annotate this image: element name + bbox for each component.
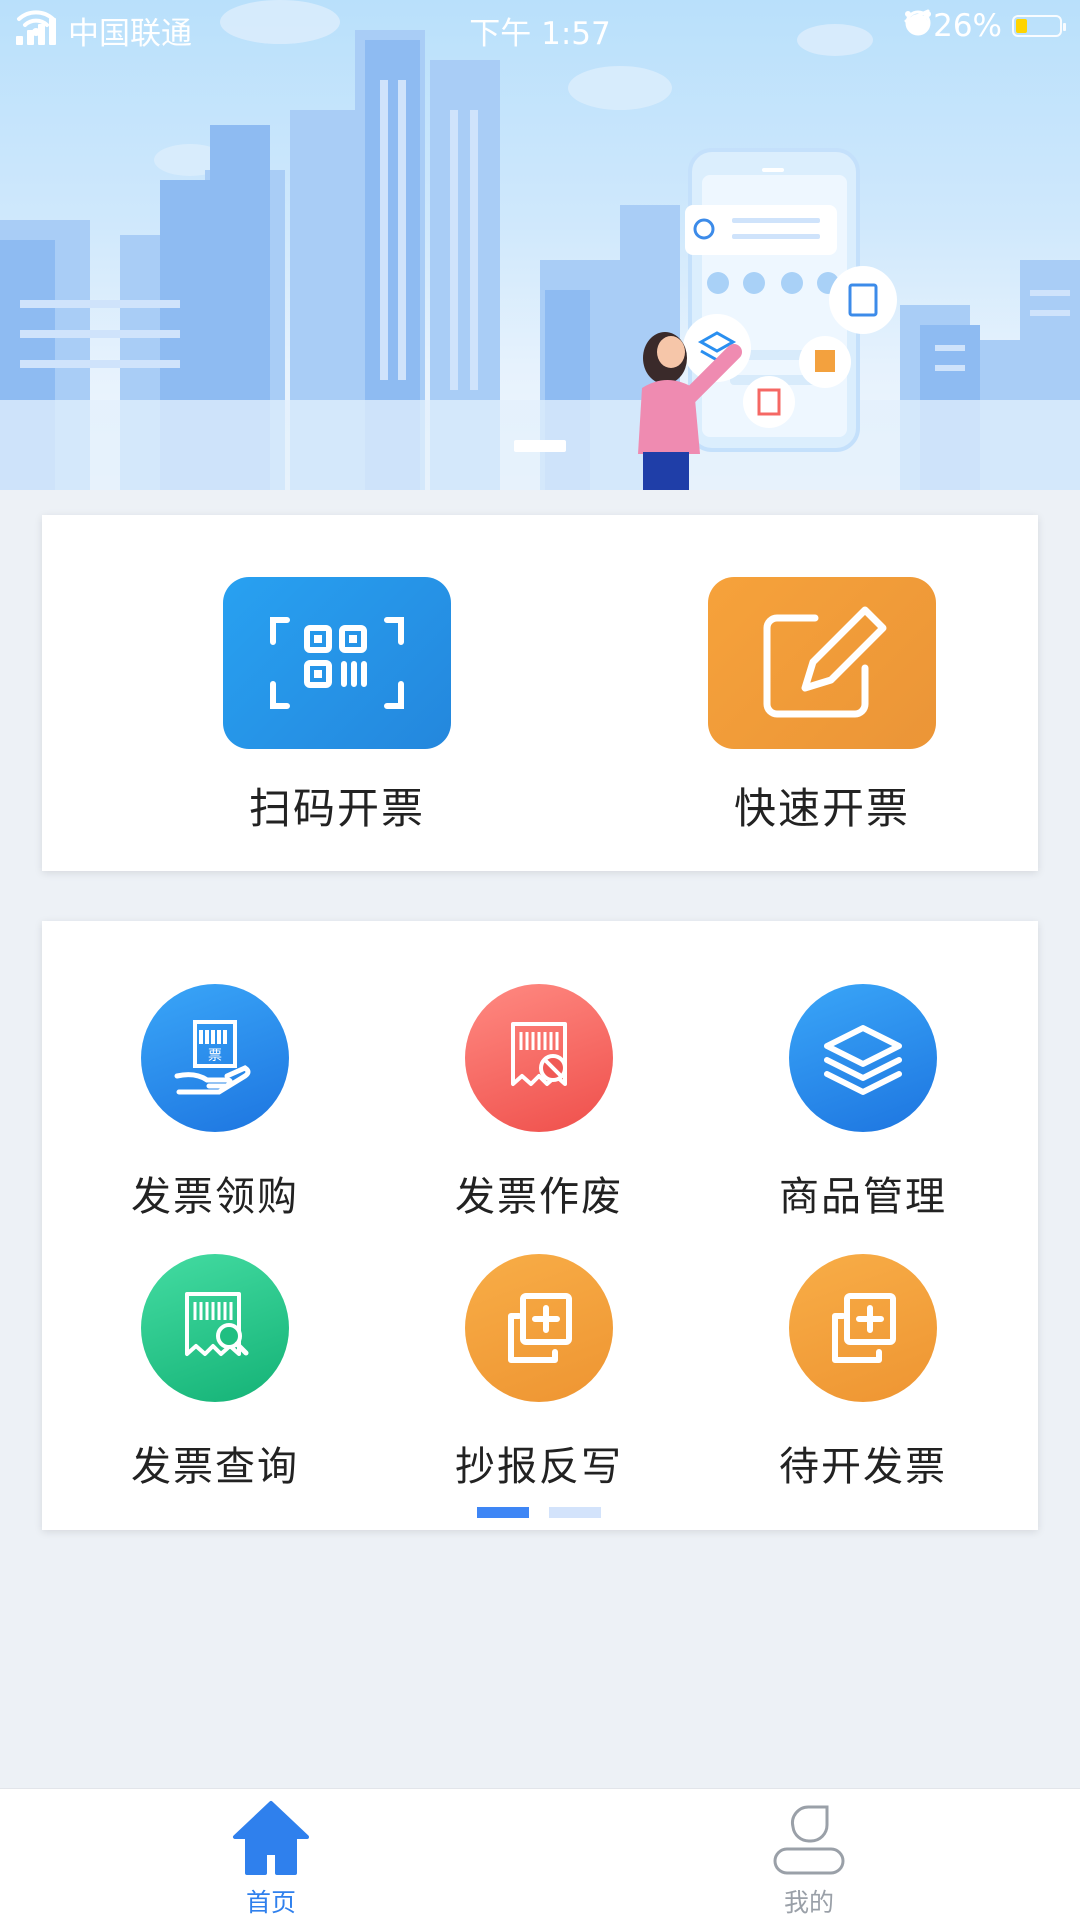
status-bar: 中国联通 下午 1:57 26%: [0, 0, 1080, 54]
bottom-tab-bar: 首页 我的: [0, 1788, 1080, 1921]
tab-profile[interactable]: 我的: [729, 1799, 889, 1919]
invoice-void-button[interactable]: 发票作废: [429, 984, 649, 1222]
edit-pencil-icon: [708, 577, 936, 749]
product-management-label: 商品管理: [779, 1174, 947, 1220]
battery-percent: 26%: [933, 8, 1002, 44]
add-copy-icon: [465, 1254, 613, 1402]
invoice-purchase-label: 发票领购: [131, 1174, 299, 1220]
qr-scan-icon: [223, 577, 451, 749]
tab-profile-label: 我的: [783, 1888, 834, 1917]
invoice-search-label: 发票查询: [131, 1444, 299, 1490]
battery-icon: [1012, 15, 1066, 37]
invoice-void-label: 发票作废: [455, 1174, 623, 1220]
scan-invoice-button[interactable]: 扫码开票: [217, 577, 457, 836]
tab-home-label: 首页: [245, 1888, 296, 1917]
invoice-purchase-button[interactable]: 票 发票领购: [105, 984, 325, 1222]
city-illustration: [0, 0, 1080, 490]
user-icon: [769, 1805, 849, 1881]
quick-actions-card: 扫码开票 快速开票: [42, 515, 1038, 871]
functions-card: 票 发票领购 发票作废 商品管理 发票查询 抄报反写 待开发票: [42, 921, 1038, 1530]
report-writeback-button[interactable]: 抄报反写: [429, 1254, 649, 1492]
pager-dot[interactable]: [549, 1507, 601, 1518]
pending-invoice-button[interactable]: 待开发票: [753, 1254, 973, 1492]
quick-invoice-label: 快速开票: [733, 784, 910, 833]
banner-page-indicator: [514, 440, 566, 452]
invoice-search-icon: [141, 1254, 289, 1402]
pager-dot-active[interactable]: [477, 1507, 529, 1518]
quick-invoice-button[interactable]: 快速开票: [702, 577, 942, 836]
invoice-purchase-icon: 票: [141, 984, 289, 1132]
home-icon: [231, 1801, 311, 1881]
svg-text:票: 票: [208, 1048, 222, 1064]
report-writeback-label: 抄报反写: [455, 1444, 623, 1490]
layers-icon: [789, 984, 937, 1132]
home-banner[interactable]: 中国联通 下午 1:57 26%: [0, 0, 1080, 490]
scan-invoice-label: 扫码开票: [248, 784, 425, 833]
tab-home[interactable]: 首页: [191, 1799, 351, 1919]
invoice-search-button[interactable]: 发票查询: [105, 1254, 325, 1492]
add-copy-icon: [789, 1254, 937, 1402]
invoice-void-icon: [465, 984, 613, 1132]
functions-pager: [477, 1507, 601, 1518]
product-management-button[interactable]: 商品管理: [753, 984, 973, 1222]
pending-invoice-label: 待开发票: [779, 1444, 947, 1490]
